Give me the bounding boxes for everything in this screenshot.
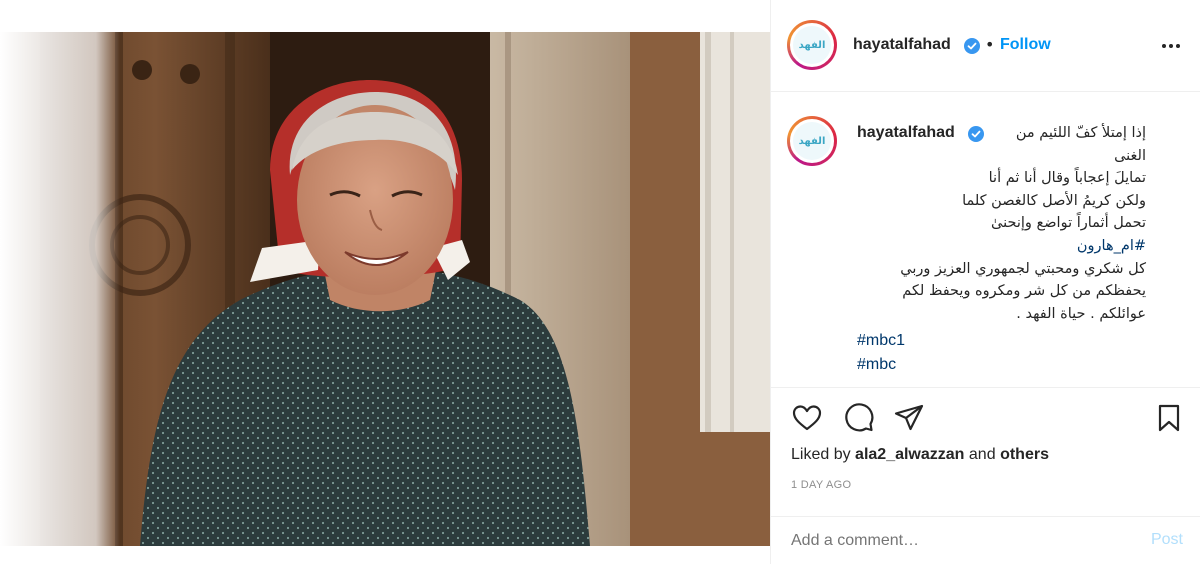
caption-line-1: إذا إمتلأ كفّ اللئيم من xyxy=(1015,125,1146,141)
caption-line-3: تمايلَ إعجاباً وقال أنا ثم أنا xyxy=(988,170,1146,187)
likes-middle: and xyxy=(968,446,996,463)
post-comment-button[interactable]: Post xyxy=(1151,531,1183,549)
caption-text: إذا إمتلأ كفّ اللئيم من الغنى تمايلَ إعج… xyxy=(826,122,1146,325)
caption-area: الفهد hayatalfahad إذا إمتلأ كفّ اللئيم … xyxy=(771,92,1200,388)
header-username[interactable]: hayatalfahad xyxy=(853,36,951,54)
follow-button[interactable]: Follow xyxy=(1000,36,1051,54)
post-timestamp[interactable]: 1 DAY AGO xyxy=(791,479,851,491)
hashtag-mbc[interactable]: #mbc xyxy=(857,356,896,374)
caption-line-2: الغنى xyxy=(1114,147,1146,164)
heart-icon[interactable] xyxy=(791,402,823,434)
comment-bar: Post xyxy=(771,516,1200,564)
share-icon[interactable] xyxy=(893,402,925,434)
post-photo-illustration xyxy=(0,0,770,564)
caption-line-5: تحمل أثماراً تواضع وإنحنىٰ xyxy=(991,215,1146,232)
caption-line-9: عوائلكم . حياة الفهد . xyxy=(1016,305,1146,322)
bookmark-icon[interactable] xyxy=(1153,402,1185,434)
comment-icon[interactable] xyxy=(843,402,875,434)
separator-dot: • xyxy=(985,35,995,54)
post-header: الفهد hayatalfahad • Follow xyxy=(771,0,1200,92)
caption-hashtag-arabic[interactable]: #ام_هارون xyxy=(826,235,1146,258)
action-bar xyxy=(771,392,1200,442)
hashtag-mbc1[interactable]: #mbc1 xyxy=(857,332,905,350)
comment-input[interactable] xyxy=(791,529,1121,553)
likes-user-link[interactable]: ala2_alwazzan xyxy=(855,446,964,463)
avatar-logo-text: الفهد xyxy=(798,39,826,51)
likes-others-link[interactable]: others xyxy=(1000,446,1049,463)
caption-avatar-logo-text: الفهد xyxy=(798,135,826,147)
verified-badge-icon xyxy=(964,38,980,54)
more-options-icon[interactable] xyxy=(1159,34,1183,58)
avatar-logo: الفهد xyxy=(793,26,831,64)
caption-line-4: ولكن كريمُ الأصل كالغصن كلما xyxy=(962,192,1146,209)
post-photo[interactable] xyxy=(0,0,770,564)
avatar[interactable]: الفهد xyxy=(787,20,837,70)
caption-line-8: يحفظكم من كل شر ومكروه ويحفظ لكم xyxy=(902,283,1146,300)
likes-summary: Liked by ala2_alwazzan and others xyxy=(791,446,1049,464)
post-sidebar: الفهد hayatalfahad • Follow الفهد hayata… xyxy=(770,0,1200,564)
caption-line-7: كل شكري ومحبتي لجمهوري العزيز وربي xyxy=(900,260,1146,277)
likes-prefix: Liked by xyxy=(791,446,851,463)
